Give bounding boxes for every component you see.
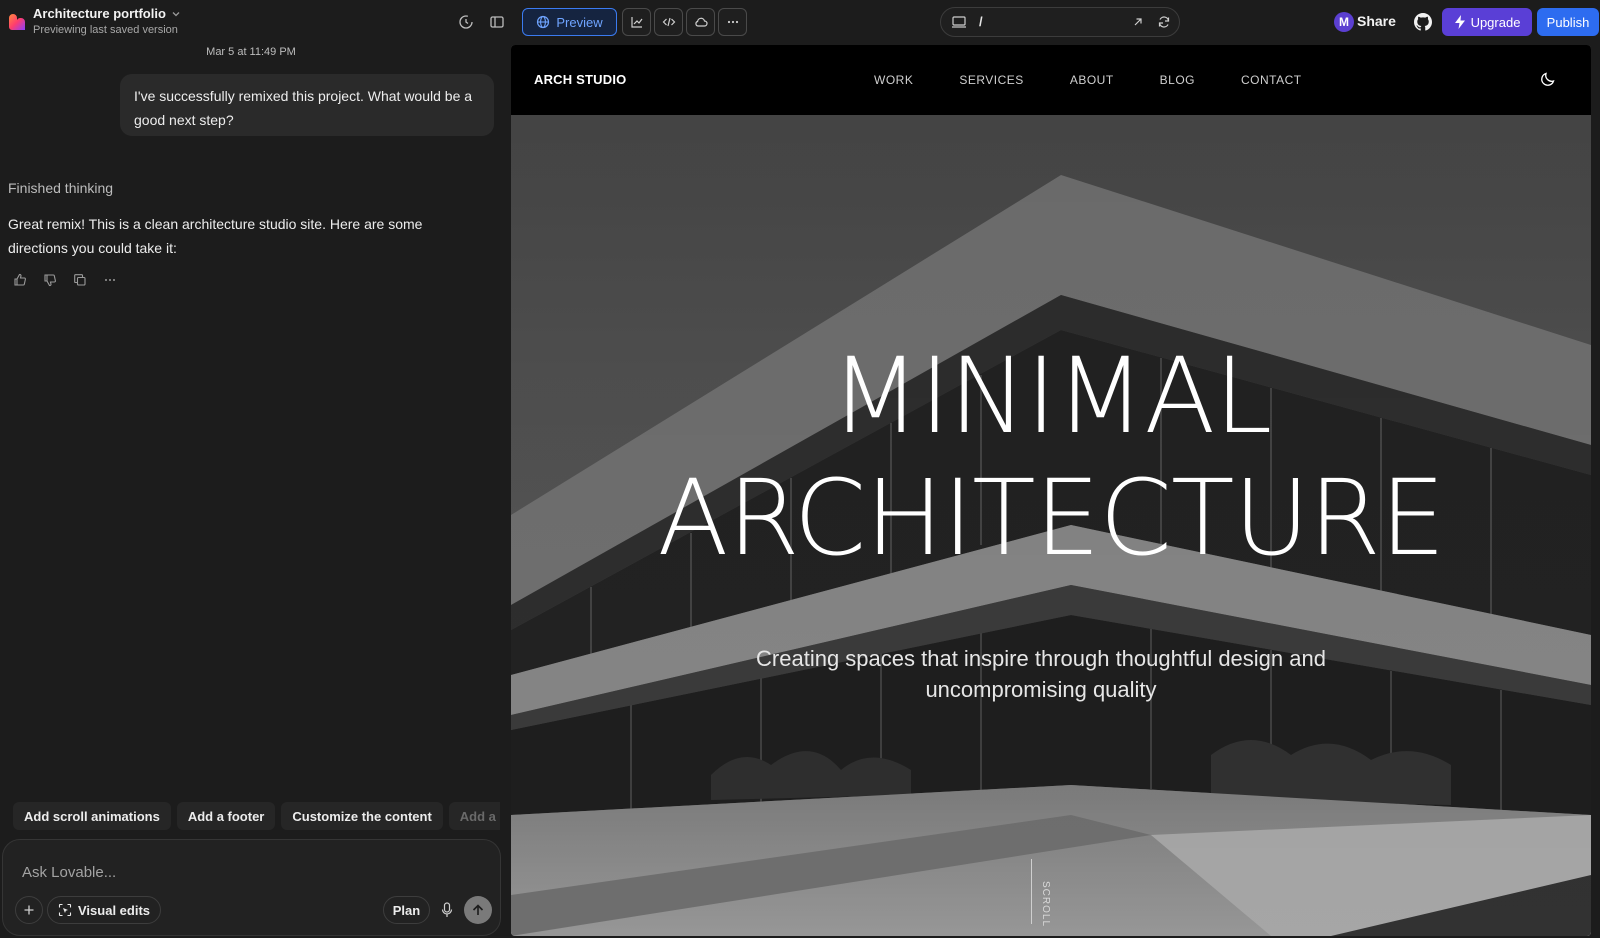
site-nav-links: WORK SERVICES ABOUT BLOG CONTACT xyxy=(874,73,1348,87)
github-icon[interactable] xyxy=(1412,11,1434,33)
thumbs-down-icon[interactable] xyxy=(42,272,58,288)
nav-link-about[interactable]: ABOUT xyxy=(1070,73,1114,87)
upgrade-label: Upgrade xyxy=(1470,14,1521,30)
chat-input[interactable]: Ask Lovable... xyxy=(22,864,116,881)
hero-section: MINIMAL ARCHITECTURE Creating spaces tha… xyxy=(511,115,1591,936)
moon-icon[interactable] xyxy=(1540,71,1556,87)
more-horizontal-icon xyxy=(726,15,740,29)
history-icon[interactable] xyxy=(455,11,477,33)
message-actions xyxy=(12,272,118,288)
thumbs-up-icon[interactable] xyxy=(12,272,28,288)
analytics-button[interactable] xyxy=(622,8,651,36)
hero-title-line-2: ARCHITECTURE xyxy=(657,457,1445,579)
avatar[interactable]: M xyxy=(1334,12,1354,32)
more-horizontal-icon[interactable] xyxy=(102,272,118,288)
project-title[interactable]: Architecture portfolio xyxy=(33,6,181,21)
user-message: I've successfully remixed this project. … xyxy=(120,74,494,136)
project-subtitle: Previewing last saved version xyxy=(33,24,178,36)
publish-button[interactable]: Publish xyxy=(1537,8,1599,36)
hero-title-line-1: MINIMAL xyxy=(830,335,1273,457)
site-navbar: ARCH STUDIO WORK SERVICES ABOUT BLOG CON… xyxy=(511,45,1591,115)
lovable-logo-icon[interactable] xyxy=(8,13,26,31)
sidebar-toggle-icon[interactable] xyxy=(486,11,508,33)
scroll-indicator-line xyxy=(1031,859,1032,924)
device-icon[interactable] xyxy=(951,15,967,29)
nav-link-services[interactable]: SERVICES xyxy=(959,73,1023,87)
visual-edits-button[interactable]: Visual edits xyxy=(47,896,162,924)
chevron-down-icon xyxy=(171,9,181,19)
microphone-icon[interactable] xyxy=(438,900,456,920)
url-path[interactable]: / xyxy=(979,14,983,29)
add-attachment-button[interactable] xyxy=(15,896,43,924)
suggestion-chip[interactable]: Add a footer xyxy=(176,802,276,830)
visual-edit-icon xyxy=(58,903,72,917)
more-button[interactable] xyxy=(718,8,747,36)
suggestion-chip[interactable]: Add scroll animations xyxy=(13,802,171,830)
top-bar: Architecture portfolio Previewing last s… xyxy=(0,0,1600,44)
plus-icon xyxy=(23,904,35,916)
lightning-icon xyxy=(1454,15,1466,29)
suggestion-chip[interactable]: Add a co xyxy=(448,802,500,830)
nav-link-work[interactable]: WORK xyxy=(874,73,913,87)
hero-title: MINIMAL ARCHITECTURE xyxy=(511,335,1591,579)
thinking-status[interactable]: Finished thinking xyxy=(8,180,113,196)
visual-edits-label: Visual edits xyxy=(78,902,151,918)
globe-icon xyxy=(536,15,550,29)
message-timestamp: Mar 5 at 11:49 PM xyxy=(206,46,296,58)
nav-link-contact[interactable]: CONTACT xyxy=(1241,73,1302,87)
site-brand[interactable]: ARCH STUDIO xyxy=(534,72,626,87)
chart-line-icon xyxy=(630,15,644,29)
upgrade-button[interactable]: Upgrade xyxy=(1442,8,1532,36)
send-button[interactable] xyxy=(464,896,492,924)
site-preview: ARCH STUDIO WORK SERVICES ABOUT BLOG CON… xyxy=(511,45,1591,936)
scroll-indicator-label[interactable]: SCROLL xyxy=(1040,881,1051,927)
chat-panel: Mar 5 at 11:49 PM I've successfully remi… xyxy=(0,44,510,938)
hero-subtitle: Creating spaces that inspire through tho… xyxy=(756,646,1326,702)
project-title-text: Architecture portfolio xyxy=(33,6,166,21)
preview-button[interactable]: Preview xyxy=(522,8,617,36)
arrow-up-icon xyxy=(471,903,485,917)
share-button[interactable]: Share xyxy=(1357,13,1396,29)
code-button[interactable] xyxy=(654,8,683,36)
copy-icon[interactable] xyxy=(72,272,88,288)
suggestion-chip[interactable]: Customize the content xyxy=(281,802,443,830)
url-bar[interactable]: / xyxy=(940,7,1180,37)
open-external-icon[interactable] xyxy=(1131,15,1145,29)
nav-link-blog[interactable]: BLOG xyxy=(1160,73,1195,87)
refresh-icon[interactable] xyxy=(1157,15,1171,29)
plan-button[interactable]: Plan xyxy=(383,896,430,924)
preview-label: Preview xyxy=(556,14,603,30)
cloud-button[interactable] xyxy=(686,8,715,36)
code-icon xyxy=(662,15,676,29)
suggestion-chips: Add scroll animations Add a footer Customi… xyxy=(13,802,500,832)
chat-composer: Ask Lovable... Visual edits Plan xyxy=(2,839,501,936)
assistant-message: Great remix! This is a clean architectur… xyxy=(8,216,423,256)
cloud-icon xyxy=(694,15,708,29)
